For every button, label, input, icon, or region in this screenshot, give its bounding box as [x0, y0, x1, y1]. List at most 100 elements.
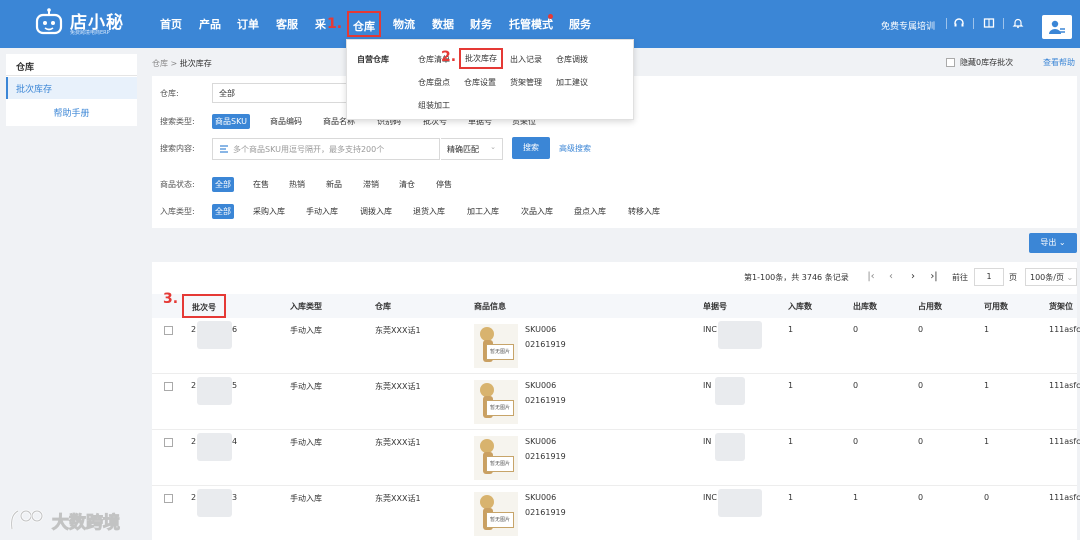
hide-zero-checkbox[interactable]: [946, 58, 955, 67]
shelf-location: 111asfc: [1049, 325, 1080, 334]
sidebar-item-batch-inventory[interactable]: 批次库存: [6, 77, 137, 99]
page-number-input[interactable]: 1: [974, 268, 1004, 286]
menu-item-shelf-management[interactable]: 货架管理: [510, 77, 542, 88]
inbound-relocation[interactable]: 转移入库: [625, 204, 663, 219]
bell-icon[interactable]: [1012, 17, 1024, 29]
inbound-stocktake[interactable]: 盘点入库: [571, 204, 609, 219]
nav-warehouse[interactable]: 仓库: [347, 11, 381, 37]
nav-customer-service[interactable]: 客服: [276, 16, 298, 32]
nav-services[interactable]: 服务: [569, 16, 591, 32]
last-page-icon[interactable]: ›|: [928, 271, 940, 282]
nav-products[interactable]: 产品: [199, 16, 221, 32]
chevron-down-icon: ⌄: [490, 143, 496, 151]
no-image-label: 暂无图片: [486, 512, 514, 528]
col-shelf[interactable]: 货架位: [1049, 301, 1073, 312]
table-row[interactable]: 2 3 手动入库 东莞XXX话1 暂无图片 SKU006 02161919 IN…: [152, 486, 1080, 540]
inbound-manual[interactable]: 手动入库: [303, 204, 341, 219]
inbound-purchase[interactable]: 采购入库: [250, 204, 288, 219]
search-type-product-code[interactable]: 商品编码: [267, 114, 305, 129]
table-row[interactable]: 2 4 手动入库 东莞XXX话1 暂无图片 SKU006 02161919 IN…: [152, 430, 1080, 486]
hide-zero-stock-toggle[interactable]: 隐藏0库存批次: [946, 57, 1013, 68]
out-qty: 1: [853, 493, 859, 502]
product-thumbnail[interactable]: 暂无图片: [474, 380, 518, 424]
logo[interactable]: 店小秘 免费跨境电商ERP: [34, 6, 154, 42]
first-page-icon[interactable]: |‹: [865, 271, 877, 282]
inbound-return[interactable]: 退货入库: [410, 204, 448, 219]
row-checkbox[interactable]: [164, 494, 173, 503]
page-size-select[interactable]: 100条/页 ⌄: [1025, 268, 1077, 286]
help-manual-link[interactable]: 帮助手册: [6, 106, 137, 119]
col-doc-no[interactable]: 单据号: [703, 301, 727, 312]
view-help-link[interactable]: 查看帮助: [1043, 57, 1075, 68]
status-hot[interactable]: 热销: [286, 177, 308, 192]
status-slow[interactable]: 滞销: [360, 177, 382, 192]
redacted-area: [715, 377, 745, 405]
status-clearance[interactable]: 清仓: [396, 177, 418, 192]
nav-logistics[interactable]: 物流: [393, 16, 415, 32]
nav-orders[interactable]: 订单: [237, 16, 259, 32]
menu-item-processing-advice[interactable]: 加工建议: [556, 77, 588, 88]
menu-item-stocktake[interactable]: 仓库盘点: [418, 77, 450, 88]
product-sku[interactable]: SKU006: [525, 493, 556, 502]
menu-item-in-out-records[interactable]: 出入记录: [510, 54, 542, 65]
status-on-sale[interactable]: 在售: [250, 177, 272, 192]
col-batch-no[interactable]: 批次号: [182, 294, 226, 318]
divider: [6, 75, 137, 76]
annotation-step-2: 2.: [441, 49, 457, 65]
col-available-qty[interactable]: 可用数: [984, 301, 1008, 312]
inbound-processing[interactable]: 加工入库: [464, 204, 502, 219]
row-checkbox[interactable]: [164, 438, 173, 447]
col-warehouse[interactable]: 仓库: [375, 301, 391, 312]
warehouse-select[interactable]: 全部: [212, 83, 352, 103]
batch-no-prefix: 2: [191, 437, 197, 446]
advanced-search-link[interactable]: 高级搜索: [559, 143, 591, 154]
nav-data[interactable]: 数据: [432, 16, 454, 32]
menu-item-batch-inventory[interactable]: 批次库存: [459, 48, 503, 69]
breadcrumb-parent[interactable]: 仓库: [152, 59, 168, 68]
col-out-qty[interactable]: 出库数: [853, 301, 877, 312]
search-type-sku[interactable]: 商品SKU: [212, 114, 250, 129]
menu-item-warehouse-settings[interactable]: 仓库设置: [464, 77, 496, 88]
prev-page-icon[interactable]: ‹: [885, 271, 897, 282]
redacted-area: [197, 321, 232, 349]
col-product-info[interactable]: 商品信息: [474, 301, 506, 312]
product-sku[interactable]: SKU006: [525, 437, 556, 446]
search-button[interactable]: 搜索: [512, 137, 550, 159]
product-thumbnail[interactable]: 暂无图片: [474, 436, 518, 480]
product-sku[interactable]: SKU006: [525, 325, 556, 334]
col-in-qty[interactable]: 入库数: [788, 301, 812, 312]
divider: [946, 18, 947, 29]
nav-purchase[interactable]: 采: [315, 16, 326, 32]
inbound-transfer[interactable]: 调拨入库: [357, 204, 395, 219]
nav-home[interactable]: 首页: [160, 16, 182, 32]
headset-icon[interactable]: [953, 17, 965, 29]
product-thumbnail[interactable]: 暂无图片: [474, 492, 518, 536]
product-sku[interactable]: SKU006: [525, 381, 556, 390]
occupied-qty: 0: [918, 381, 924, 390]
table-row[interactable]: 2 6 手动入库 东莞XXX话1 暂无图片 SKU006 02161919 IN…: [152, 318, 1080, 374]
inbound-all[interactable]: 全部: [212, 204, 234, 219]
next-page-icon[interactable]: ›: [907, 271, 919, 282]
book-icon[interactable]: [983, 17, 995, 29]
status-discontinued[interactable]: 停售: [433, 177, 455, 192]
user-account-button[interactable]: [1042, 15, 1072, 39]
nav-finance[interactable]: 财务: [470, 16, 492, 32]
match-mode-select[interactable]: 精确匹配 ⌄: [441, 138, 503, 160]
search-input[interactable]: 多个商品SKU用逗号隔开，最多支持200个: [212, 138, 440, 160]
status-all[interactable]: 全部: [212, 177, 234, 192]
table-row[interactable]: 2 5 手动入库 东莞XXX话1 暂无图片 SKU006 02161919 IN…: [152, 374, 1080, 430]
menu-item-warehouse-transfer[interactable]: 仓库调拨: [556, 54, 588, 65]
export-button[interactable]: 导出 ⌄: [1029, 233, 1077, 253]
inbound-defective[interactable]: 次品入库: [518, 204, 556, 219]
free-training-link[interactable]: 免费专属培训: [881, 19, 935, 32]
col-occupied-qty[interactable]: 占用数: [918, 301, 942, 312]
nav-managed-mode[interactable]: 托管模式: [509, 16, 553, 32]
annotation-step-1: 1.: [327, 16, 343, 32]
status-new[interactable]: 新品: [323, 177, 345, 192]
row-checkbox[interactable]: [164, 382, 173, 391]
row-checkbox[interactable]: [164, 326, 173, 335]
col-inbound-type[interactable]: 入库类型: [290, 301, 322, 312]
menu-item-assembly[interactable]: 组装加工: [418, 100, 450, 111]
product-thumbnail[interactable]: 暂无图片: [474, 324, 518, 368]
redacted-area: [197, 489, 232, 517]
